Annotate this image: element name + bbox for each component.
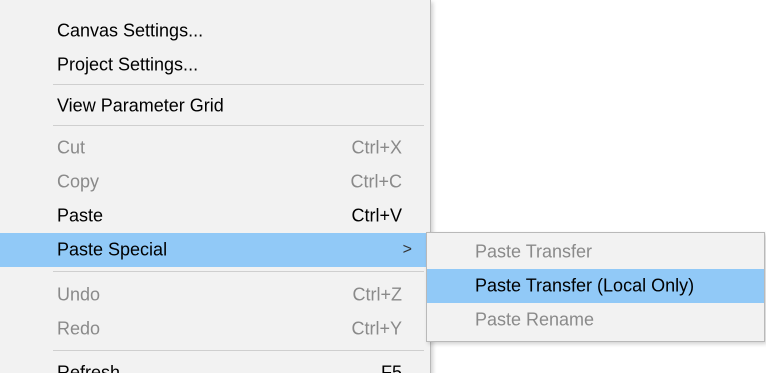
menu-item-redo[interactable]: Redo Ctrl+Y — [0, 312, 430, 346]
submenu-item-paste-transfer[interactable]: Paste Transfer — [427, 235, 764, 269]
menu-separator — [53, 350, 424, 351]
menu-item-paste[interactable]: Paste Ctrl+V — [0, 199, 430, 233]
menu-item-label: Copy — [57, 171, 100, 192]
paste-special-submenu: Paste Transfer Paste Transfer (Local Onl… — [426, 232, 765, 342]
menu-item-shortcut: Ctrl+V — [351, 205, 402, 226]
menu-item-canvas-settings[interactable]: Canvas Settings... — [0, 14, 430, 48]
submenu-item-paste-rename[interactable]: Paste Rename — [427, 303, 764, 337]
menu-item-undo[interactable]: Undo Ctrl+Z — [0, 278, 430, 312]
menu-item-label: Paste Special — [57, 239, 168, 260]
menu-item-shortcut: Ctrl+Z — [352, 284, 403, 305]
menu-item-shortcut: Ctrl+C — [350, 171, 402, 192]
canvas-area: Canvas Settings... Project Settings... V… — [0, 0, 766, 373]
menu-item-label: View Parameter Grid — [57, 95, 224, 116]
menu-item-label: Redo — [57, 318, 101, 339]
context-menu: Canvas Settings... Project Settings... V… — [0, 0, 431, 373]
menu-separator — [53, 271, 424, 272]
submenu-item-label: Paste Transfer — [475, 241, 593, 262]
menu-item-cut[interactable]: Cut Ctrl+X — [0, 131, 430, 165]
menu-item-paste-special[interactable]: Paste Special > — [0, 233, 430, 267]
menu-item-label: Undo — [57, 284, 101, 305]
menu-item-label: Project Settings... — [57, 54, 199, 75]
menu-item-view-parameter-grid[interactable]: View Parameter Grid — [0, 89, 430, 123]
submenu-item-paste-transfer-local-only[interactable]: Paste Transfer (Local Only) — [427, 269, 764, 303]
menu-item-shortcut: Ctrl+X — [351, 137, 402, 158]
menu-item-label: Refresh — [57, 362, 121, 373]
menu-separator — [53, 125, 424, 126]
menu-item-label: Paste — [57, 205, 104, 226]
submenu-item-label: Paste Transfer (Local Only) — [475, 275, 695, 296]
menu-item-label: Canvas Settings... — [57, 20, 204, 41]
menu-item-copy[interactable]: Copy Ctrl+C — [0, 165, 430, 199]
chevron-right-icon: > — [402, 241, 412, 258]
menu-separator — [53, 84, 424, 85]
menu-item-shortcut: Ctrl+Y — [351, 318, 402, 339]
menu-item-project-settings[interactable]: Project Settings... — [0, 48, 430, 82]
menu-item-label: Cut — [57, 137, 86, 158]
menu-item-shortcut: F5 — [380, 362, 402, 373]
menu-item-refresh[interactable]: Refresh F5 — [0, 356, 430, 373]
submenu-item-label: Paste Rename — [475, 309, 595, 330]
